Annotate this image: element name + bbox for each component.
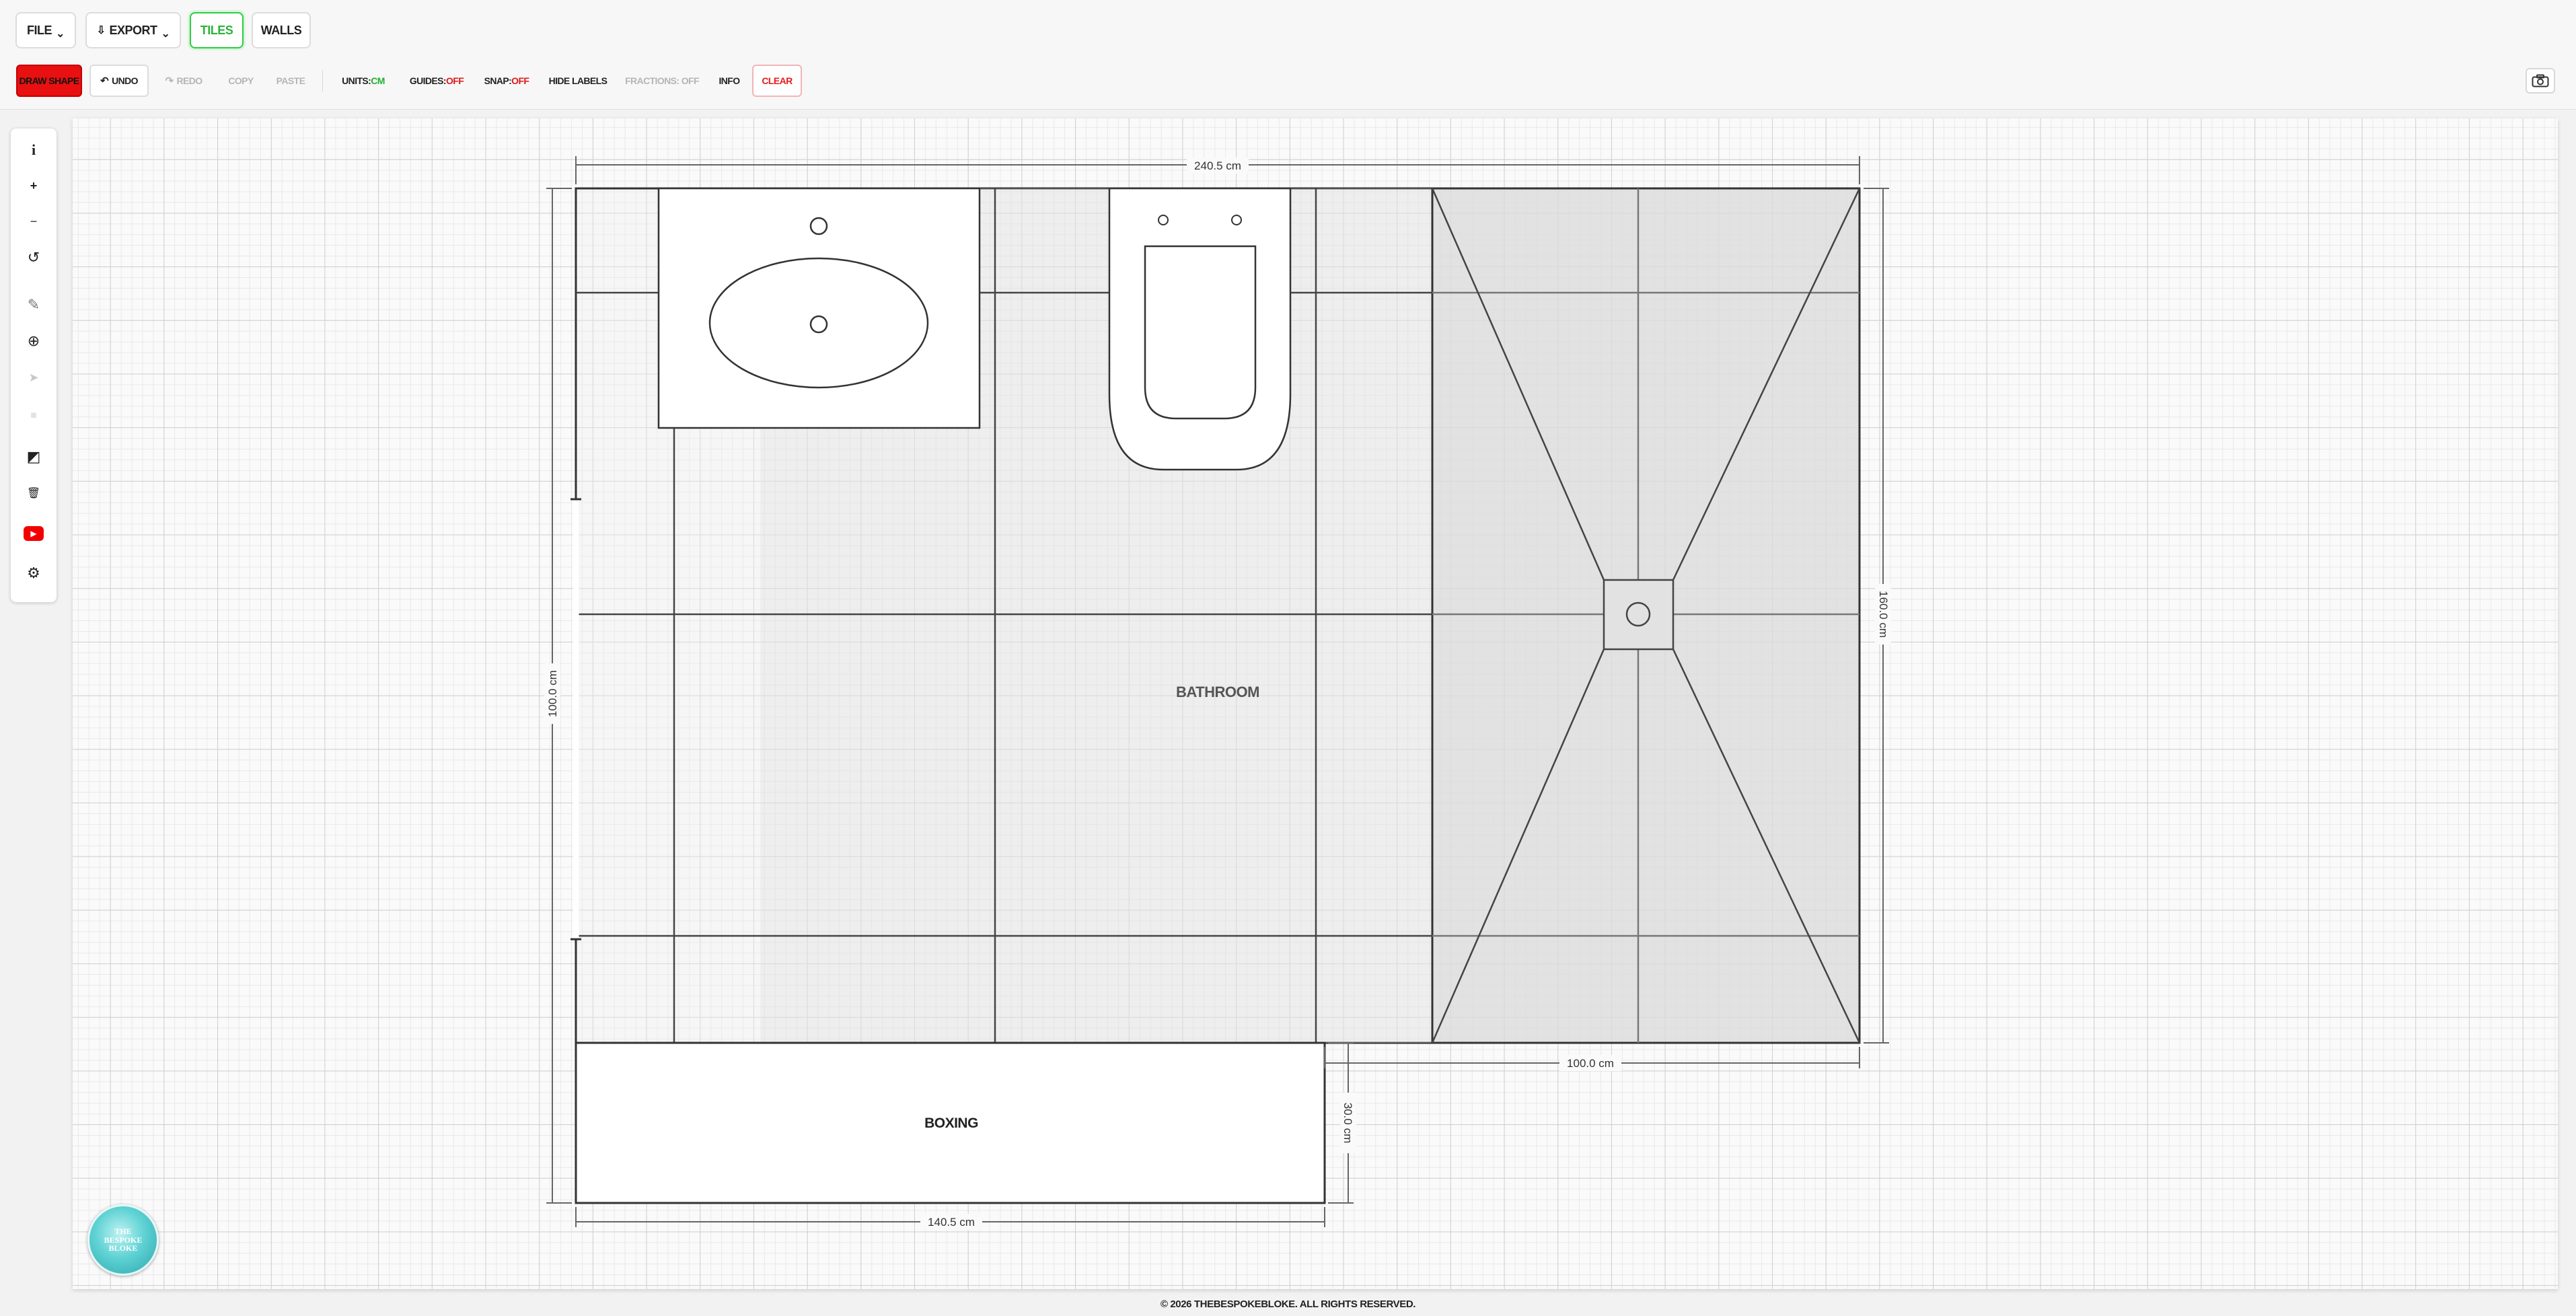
chevron-down-icon: ⌄ — [56, 28, 65, 40]
walls-tab-button[interactable]: WALLS — [252, 12, 311, 48]
download-icon: ⇩ — [96, 25, 106, 36]
redo-icon: ↷ — [165, 75, 174, 87]
clear-button[interactable]: CLEAR — [752, 65, 802, 97]
export-menu-button[interactable]: ⇩ EXPORT ⌄ — [85, 12, 181, 48]
units-toggle[interactable]: UNITS: CM — [336, 65, 390, 97]
guides-toggle[interactable]: GUIDES: OFF — [406, 65, 467, 97]
guides-label: GUIDES: — [409, 75, 447, 86]
copyright-text: © 2026 THEBESPOKEBLOKE. ALL RIGHTS RESER… — [1160, 1298, 1416, 1310]
room-label: BATHROOM — [1176, 684, 1259, 700]
zoom-in-icon[interactable]: + — [11, 172, 57, 199]
info-button[interactable]: INFO — [713, 65, 745, 97]
dim-right-label: 160.0 cm — [1877, 591, 1890, 638]
rotate-icon[interactable]: ↺ — [11, 244, 57, 271]
tiles-tab-button[interactable]: TILES — [190, 12, 244, 48]
snap-toggle[interactable]: SNAP: OFF — [480, 65, 533, 97]
export-menu-label: EXPORT — [109, 23, 157, 37]
snap-value: OFF — [511, 75, 529, 86]
copy-label: COPY — [228, 75, 254, 86]
info-icon[interactable]: i — [11, 137, 57, 163]
brand-logo[interactable]: THE BESPOKE BLOKE — [87, 1204, 159, 1276]
undo-button[interactable]: ↶ UNDO — [89, 65, 149, 97]
crosshair-icon[interactable]: ⊕ — [11, 328, 57, 355]
dim-top-label: 240.5 cm — [1194, 159, 1241, 172]
square-icon[interactable]: ■ — [11, 402, 57, 429]
chevron-down-icon: ⌄ — [161, 28, 170, 40]
undo-label: UNDO — [112, 75, 138, 86]
hide-labels-button[interactable]: HIDE LABELS — [548, 65, 608, 97]
measure-icon[interactable]: ✎ — [11, 291, 57, 318]
drawing-canvas[interactable]: 240.5 cm 160.0 cm 100.0 cm 100.0 cm 30.0… — [73, 118, 2558, 1289]
screenshot-button[interactable] — [2526, 68, 2555, 94]
fractions-label: FRACTIONS: OFF — [625, 75, 699, 86]
snap-label: SNAP: — [484, 75, 512, 86]
units-value: CM — [371, 75, 385, 86]
youtube-icon: ▶ — [24, 526, 44, 541]
youtube-button[interactable]: ▶ — [11, 520, 57, 547]
draw-shape-button[interactable]: DRAW SHAPE — [16, 65, 82, 97]
dim-left-label: 100.0 cm — [546, 670, 559, 717]
copy-button[interactable]: COPY — [222, 65, 260, 97]
walls-tab-label: WALLS — [260, 23, 302, 37]
delete-icon[interactable]: 🗑 — [11, 480, 57, 507]
shape-edit-icon[interactable]: ◩ — [11, 443, 57, 470]
hide-labels-label: HIDE LABELS — [548, 75, 608, 86]
dim-boxing-width-label: 140.5 cm — [928, 1216, 975, 1229]
fractions-toggle[interactable]: FRACTIONS: OFF — [624, 65, 700, 97]
boxing-label: BOXING — [924, 1116, 978, 1131]
clear-label: CLEAR — [762, 75, 793, 86]
guides-value: OFF — [445, 75, 464, 86]
units-label: UNITS: — [342, 75, 371, 86]
arrow-icon[interactable]: ➤ — [11, 364, 57, 391]
settings-icon[interactable]: ⚙ — [11, 560, 57, 587]
redo-label: REDO — [176, 75, 203, 86]
undo-icon: ↶ — [100, 75, 109, 87]
info-label: INFO — [719, 75, 740, 86]
draw-shape-label: DRAW SHAPE — [19, 75, 80, 86]
dim-shower-label: 100.0 cm — [1567, 1057, 1614, 1070]
paste-label: PASTE — [276, 75, 305, 86]
paste-button[interactable]: PASTE — [269, 65, 312, 97]
camera-icon — [2532, 74, 2549, 87]
file-menu-button[interactable]: FILE ⌄ — [15, 12, 76, 48]
footer: © 2026 THEBESPOKEBLOKE. ALL RIGHTS RESER… — [0, 1292, 2576, 1316]
tiles-tab-label: TILES — [200, 23, 233, 37]
redo-button[interactable]: ↷ REDO — [157, 65, 211, 97]
top-menu-bar — [0, 0, 2576, 63]
floor-plan: 240.5 cm 160.0 cm 100.0 cm 100.0 cm 30.0… — [544, 156, 1891, 1230]
zoom-out-icon[interactable]: − — [11, 208, 57, 235]
file-menu-label: FILE — [27, 23, 52, 37]
toolbar-divider — [322, 70, 323, 92]
toilet-unit[interactable] — [1108, 187, 1292, 471]
dim-boxing-depth-label: 30.0 cm — [1341, 1103, 1354, 1143]
basin-unit[interactable] — [657, 187, 981, 429]
tool-sidebar: i + − ↺ ✎ ⊕ ➤ ■ ◩ 🗑 ▶ ⚙ — [11, 129, 57, 602]
brand-logo-text: THE BESPOKE BLOKE — [104, 1227, 143, 1253]
